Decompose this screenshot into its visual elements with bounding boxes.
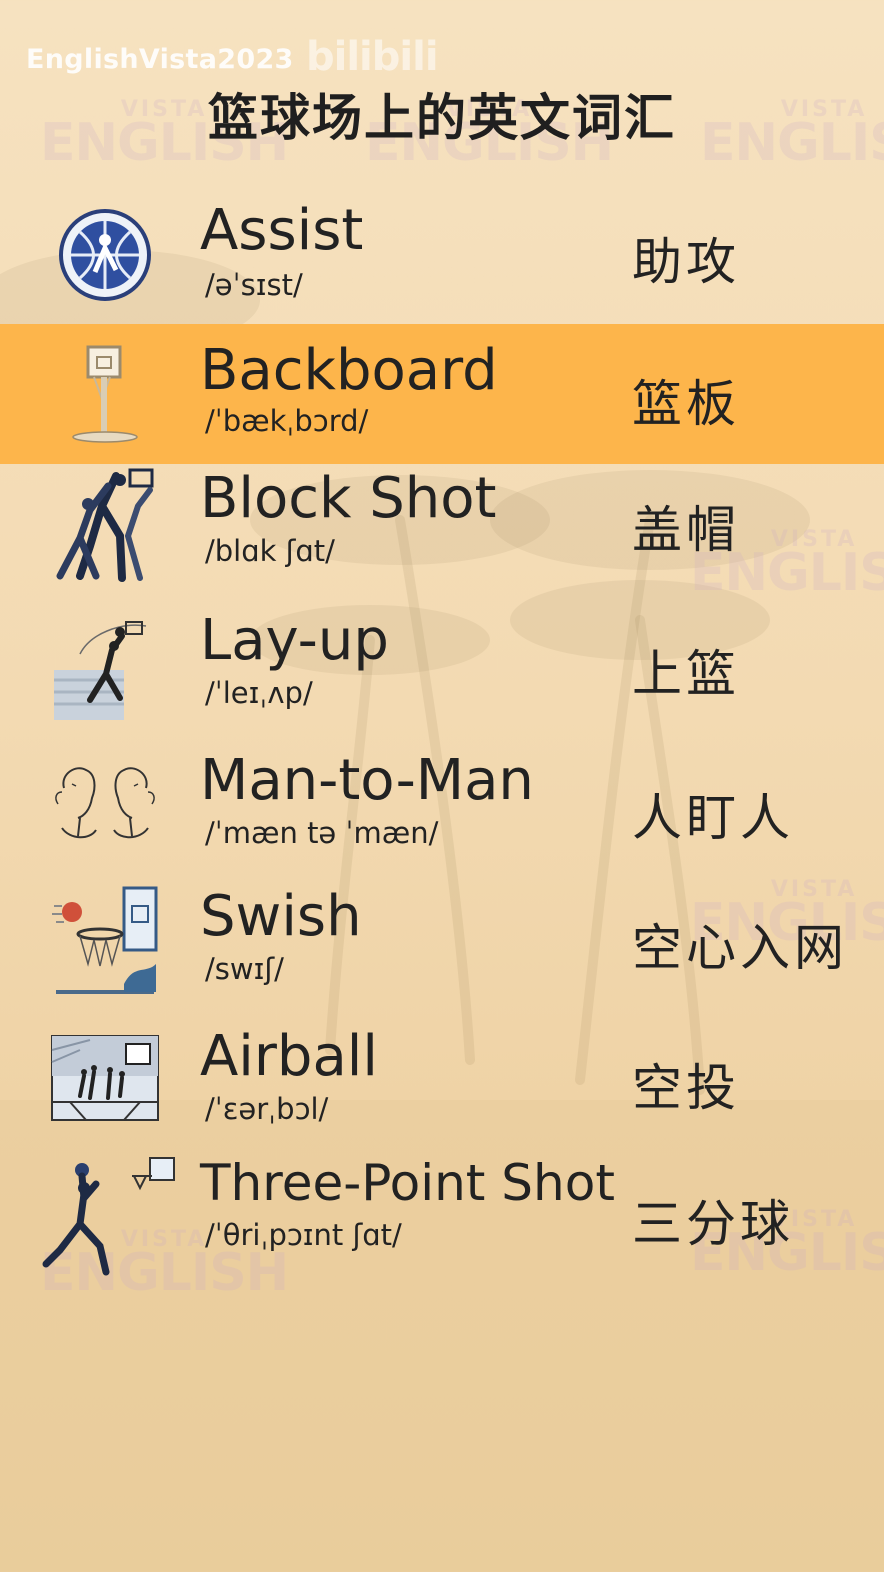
uploader-watermark: EnglishVista2023 [26, 44, 294, 75]
vocab-phonetic: /ˈbækˌbɔrd/ [205, 404, 369, 438]
vocab-chinese: 篮板 [632, 375, 740, 433]
page-title: 篮球场上的英文词汇 [208, 89, 676, 147]
block-shot-players-icon [56, 468, 154, 582]
vocab-word: Block Shot [200, 466, 497, 531]
vocab-chinese: 空心入网 [632, 919, 848, 977]
vocab-phonetic: /ˈleɪˌʌp/ [205, 676, 313, 710]
jump-shot-player-icon [42, 1157, 175, 1276]
ball-into-hoop-icon [52, 886, 158, 994]
vocab-row-block-shot: Block Shot /blɑk ʃɑt/ 盖帽 [0, 466, 884, 606]
vocab-row-assist: Assist /əˈsɪst/ 助攻 [0, 190, 884, 320]
vocab-chinese: 上篮 [632, 645, 740, 703]
vocab-phonetic: /ˈɛərˌbɔl/ [205, 1092, 329, 1126]
vocab-word: Backboard [200, 338, 498, 403]
vocab-word: Three-Point Shot [200, 1154, 615, 1212]
vocab-word: Swish [200, 884, 362, 949]
vocab-chinese: 助攻 [632, 233, 740, 291]
layup-player-icon [54, 621, 147, 720]
vocab-row-three-point-shot: Three-Point Shot /ˈθriˌpɔɪnt ʃɑt/ 三分球 [0, 1154, 884, 1294]
vocab-phonetic: /ˈmæn tə ˈmæn/ [205, 816, 439, 850]
backboard-icon [72, 345, 138, 443]
two-faces-icon [55, 767, 155, 839]
vocab-phonetic: /blɑk ʃɑt/ [205, 534, 335, 568]
vocab-chinese: 空投 [632, 1059, 740, 1117]
vocab-chinese: 盖帽 [632, 501, 740, 559]
vocab-row-backboard: Backboard /ˈbækˌbɔrd/ 篮板 [0, 324, 884, 464]
vocab-chinese: 三分球 [632, 1195, 794, 1253]
vocab-row-layup: Lay-up /ˈleɪˌʌp/ 上篮 [0, 608, 884, 748]
vocab-phonetic: /əˈsɪst/ [205, 268, 303, 302]
vocab-phonetic: /ˈθriˌpɔɪnt ʃɑt/ [205, 1218, 402, 1252]
court-scene-icon [51, 1035, 159, 1121]
vocab-word: Airball [200, 1024, 378, 1089]
vocab-phonetic: /swɪʃ/ [205, 952, 284, 986]
bilibili-logo: bilibili [306, 34, 439, 80]
vocab-word: Man-to-Man [200, 748, 534, 813]
vocab-row-airball: Airball /ˈɛərˌbɔl/ 空投 [0, 1024, 884, 1164]
vocab-chinese: 人盯人 [632, 789, 794, 847]
basketball-emblem-icon [59, 209, 151, 301]
vocab-word: Assist [200, 198, 364, 263]
vocab-word: Lay-up [200, 608, 389, 673]
vocab-row-swish: Swish /swɪʃ/ 空心入网 [0, 884, 884, 1024]
vocab-row-man-to-man: Man-to-Man /ˈmæn tə ˈmæn/ 人盯人 [0, 748, 884, 888]
